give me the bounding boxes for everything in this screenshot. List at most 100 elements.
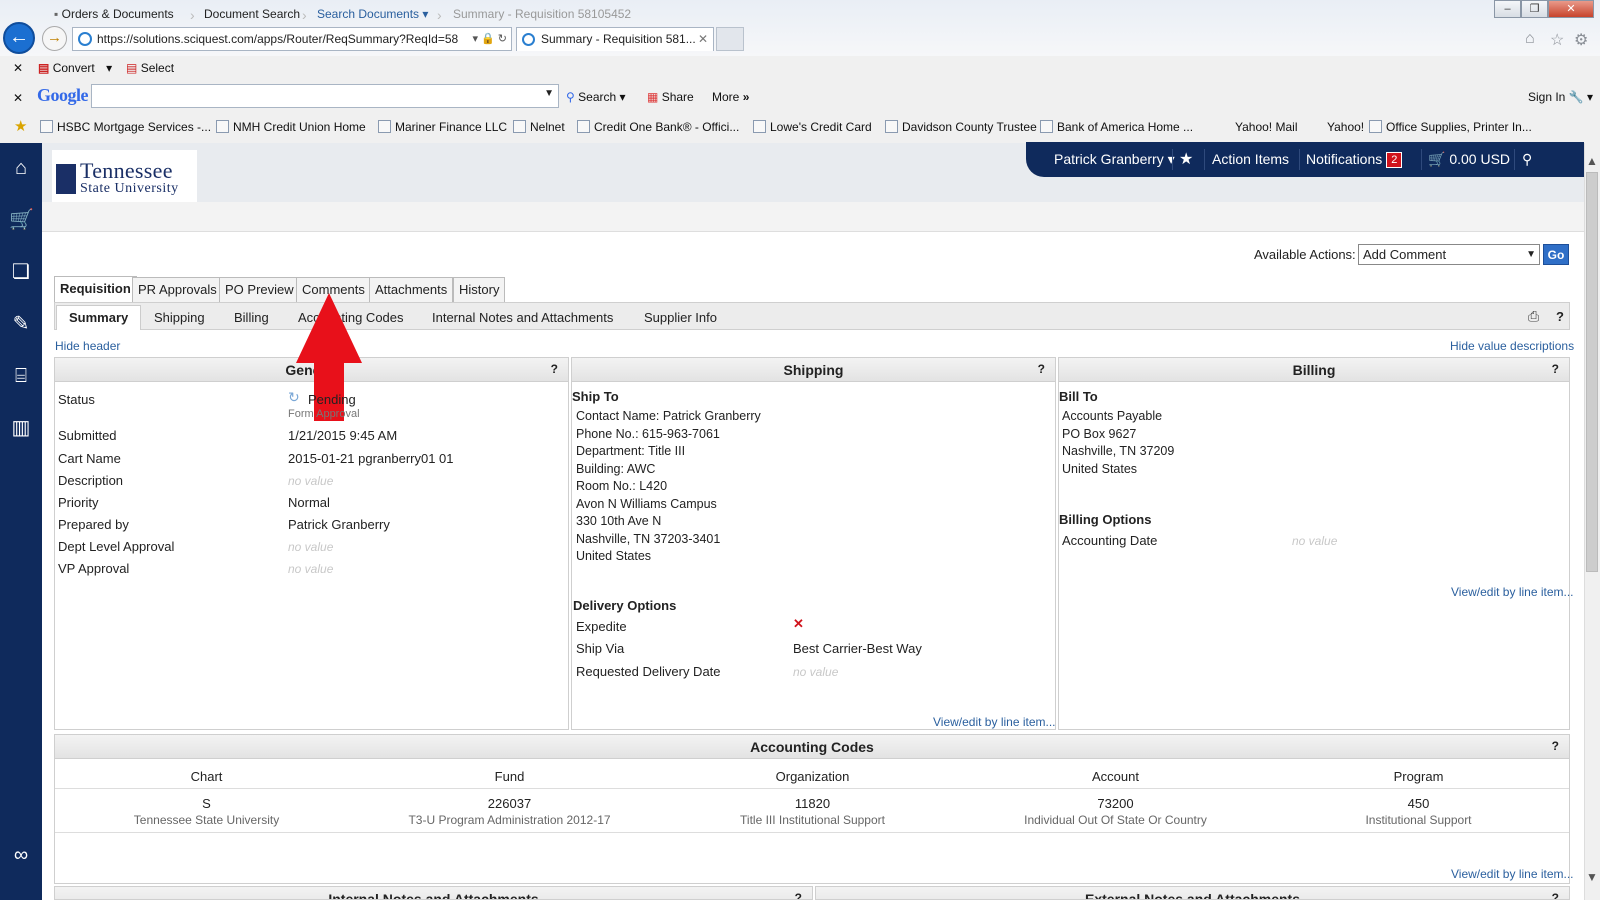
favorite-link[interactable]: Yahoo! [1327,118,1364,136]
address-bar[interactable]: https://solutions.sciquest.com/apps/Rout… [72,27,512,51]
add-favorite-star-icon[interactable]: ★ [14,118,27,136]
accounting-col-desc: T3-U Program Administration 2012-17 [408,813,611,827]
google-toolbar-close-icon[interactable]: ✕ [13,89,23,107]
billing-title: Billing? [1059,358,1569,382]
sign-in-button[interactable]: Sign In 🔧 ▾ [1528,88,1593,106]
tab-history[interactable]: History [453,277,506,302]
accounting-help-icon[interactable]: ? [1552,735,1559,757]
separator [1421,149,1422,170]
breadcrumb-search-docs[interactable]: Search Documents ▾ [317,7,428,21]
ship-to-heading: Ship To [572,389,619,404]
settings-gear-icon[interactable]: ⚙ [1574,30,1588,50]
address-tools-icon[interactable]: ▾ 🔒 ↻ [468,28,507,50]
search-icon[interactable]: ⚲ [1522,142,1532,177]
external-help-icon[interactable]: ? [1552,887,1559,899]
documents-icon: ▪ [54,7,59,21]
toolbar-close-icon[interactable]: ✕ [13,59,23,77]
cart-link[interactable]: 🛒 0.00 USD [1428,142,1510,177]
minimize-button[interactable]: – [1494,0,1521,18]
home-icon[interactable]: ⌂ [1525,30,1535,48]
hide-header-link[interactable]: Hide header [55,339,120,353]
accounts-payable-nav-icon[interactable]: ⌸ [9,364,33,388]
accounting-date-label: Accounting Date [1062,533,1158,548]
shipping-view-edit-link[interactable]: View/edit by line item... [933,715,1056,729]
subtab-supplier-info[interactable]: Supplier Info [644,307,717,329]
tab-pr-approvals[interactable]: PR Approvals [132,277,223,302]
wrench-icon[interactable]: 🔧 [1569,90,1584,104]
internal-help-icon[interactable]: ? [795,887,802,899]
breadcrumb-doc-search[interactable]: Document Search [204,7,300,21]
new-tab-button[interactable] [716,27,744,51]
select-button[interactable]: ▤ Select [126,59,174,77]
accounting-view-edit-link[interactable]: View/edit by line item... [1451,867,1574,881]
help-icon[interactable]: ? [1556,309,1564,324]
favorite-link[interactable]: Mariner Finance LLC [378,118,507,136]
hide-value-descriptions-link[interactable]: Hide value descriptions [1450,339,1574,353]
print-icon[interactable]: ⎙ [1528,308,1539,325]
view-nav-icon[interactable]: ∞ [9,843,33,867]
scroll-down-icon[interactable]: ▼ [1586,870,1598,884]
approvals-nav-icon[interactable]: ✎ [9,312,33,336]
favorite-page-icon [753,120,766,133]
tab-attachments[interactable]: Attachments [369,277,454,302]
general-value-5: Patrick Granberry [288,517,390,532]
back-button[interactable]: ← [3,22,35,54]
subtab-summary[interactable]: Summary [56,305,142,330]
favorite-link[interactable]: HSBC Mortgage Services -... [40,118,211,136]
user-menu[interactable]: Patrick Granberry ▾ [1054,142,1175,177]
favorite-link[interactable]: Office Supplies, Printer In... [1369,118,1532,136]
favorites-star-icon[interactable]: ☆ [1550,30,1564,50]
shipping-help-icon[interactable]: ? [1038,358,1045,380]
requested-delivery-value: no value [793,665,839,679]
action-items-link[interactable]: Action Items [1212,142,1289,177]
shop-cart-nav-icon[interactable]: 🛒 [9,208,34,232]
home-nav-icon[interactable]: ⌂ [9,156,33,180]
favorite-link[interactable]: Bank of America Home ... [1040,118,1193,136]
billing-help-icon[interactable]: ? [1552,358,1559,380]
pdf-icon: ▤ [38,61,50,75]
notifications-link[interactable]: Notifications 2 [1306,142,1403,177]
maximize-button[interactable]: ❐ [1521,0,1548,18]
tsu-logo[interactable]: Tennessee State University [52,150,197,202]
accounting-col-head: Organization [775,769,850,784]
ie-icon [78,32,92,46]
separator [1514,149,1515,170]
favorites-star-button[interactable]: ★ [1179,142,1193,177]
more-button[interactable]: More » [712,88,749,106]
close-window-button[interactable]: ✕ [1548,0,1594,18]
favorite-link[interactable]: Yahoo! Mail [1235,118,1297,136]
subtab-billing[interactable]: Billing [234,307,269,329]
general-help-icon[interactable]: ? [551,358,558,380]
favorite-link[interactable]: Davidson County Trustee [885,118,1037,136]
notifications-badge: 2 [1386,152,1403,168]
tab-requisition[interactable]: Requisition [54,276,137,303]
tab-po-preview[interactable]: PO Preview [219,277,300,302]
google-dropdown-icon[interactable]: ▼ [544,88,554,99]
favorites-list: HSBC Mortgage Services -... NMH Credit Un… [40,118,1570,138]
scrollbar-thumb[interactable] [1586,172,1598,572]
google-search-input[interactable]: ▼ [91,84,559,108]
available-actions-label: Available Actions: [1254,247,1356,262]
documents-nav-icon[interactable]: ❏ [9,260,33,284]
favorite-link[interactable]: NMH Credit Union Home [216,118,366,136]
subtab-internal-notes[interactable]: Internal Notes and Attachments [432,307,613,329]
breadcrumb-orders[interactable]: ▪ Orders & Documents [54,7,174,21]
general-label-6: Dept Level Approval [58,539,175,554]
available-actions-select[interactable]: Add Comment ▼ [1358,244,1540,265]
delivery-options-heading: Delivery Options [573,598,677,613]
share-button[interactable]: ▦ Share [647,88,694,106]
billing-view-edit-link[interactable]: View/edit by line item... [1451,585,1574,599]
convert-button[interactable]: ▤ Convert ▾ [38,59,112,77]
select-icon: ▤ [126,61,138,75]
browser-tab[interactable]: Summary - Requisition 581... ✕ [516,27,714,51]
favorite-link[interactable]: Nelnet [513,118,565,136]
scroll-up-icon[interactable]: ▲ [1586,154,1598,168]
forward-button[interactable]: → [42,26,67,51]
google-search-button[interactable]: ⚲ Search ▾ [566,88,626,106]
tab-close-icon[interactable]: ✕ [698,28,708,51]
subtab-shipping[interactable]: Shipping [154,307,205,329]
favorite-link[interactable]: Credit One Bank® - Offici... [577,118,739,136]
go-button[interactable]: Go [1543,244,1569,265]
reports-nav-icon[interactable]: ▥ [9,416,33,440]
favorite-link[interactable]: Lowe's Credit Card [753,118,872,136]
